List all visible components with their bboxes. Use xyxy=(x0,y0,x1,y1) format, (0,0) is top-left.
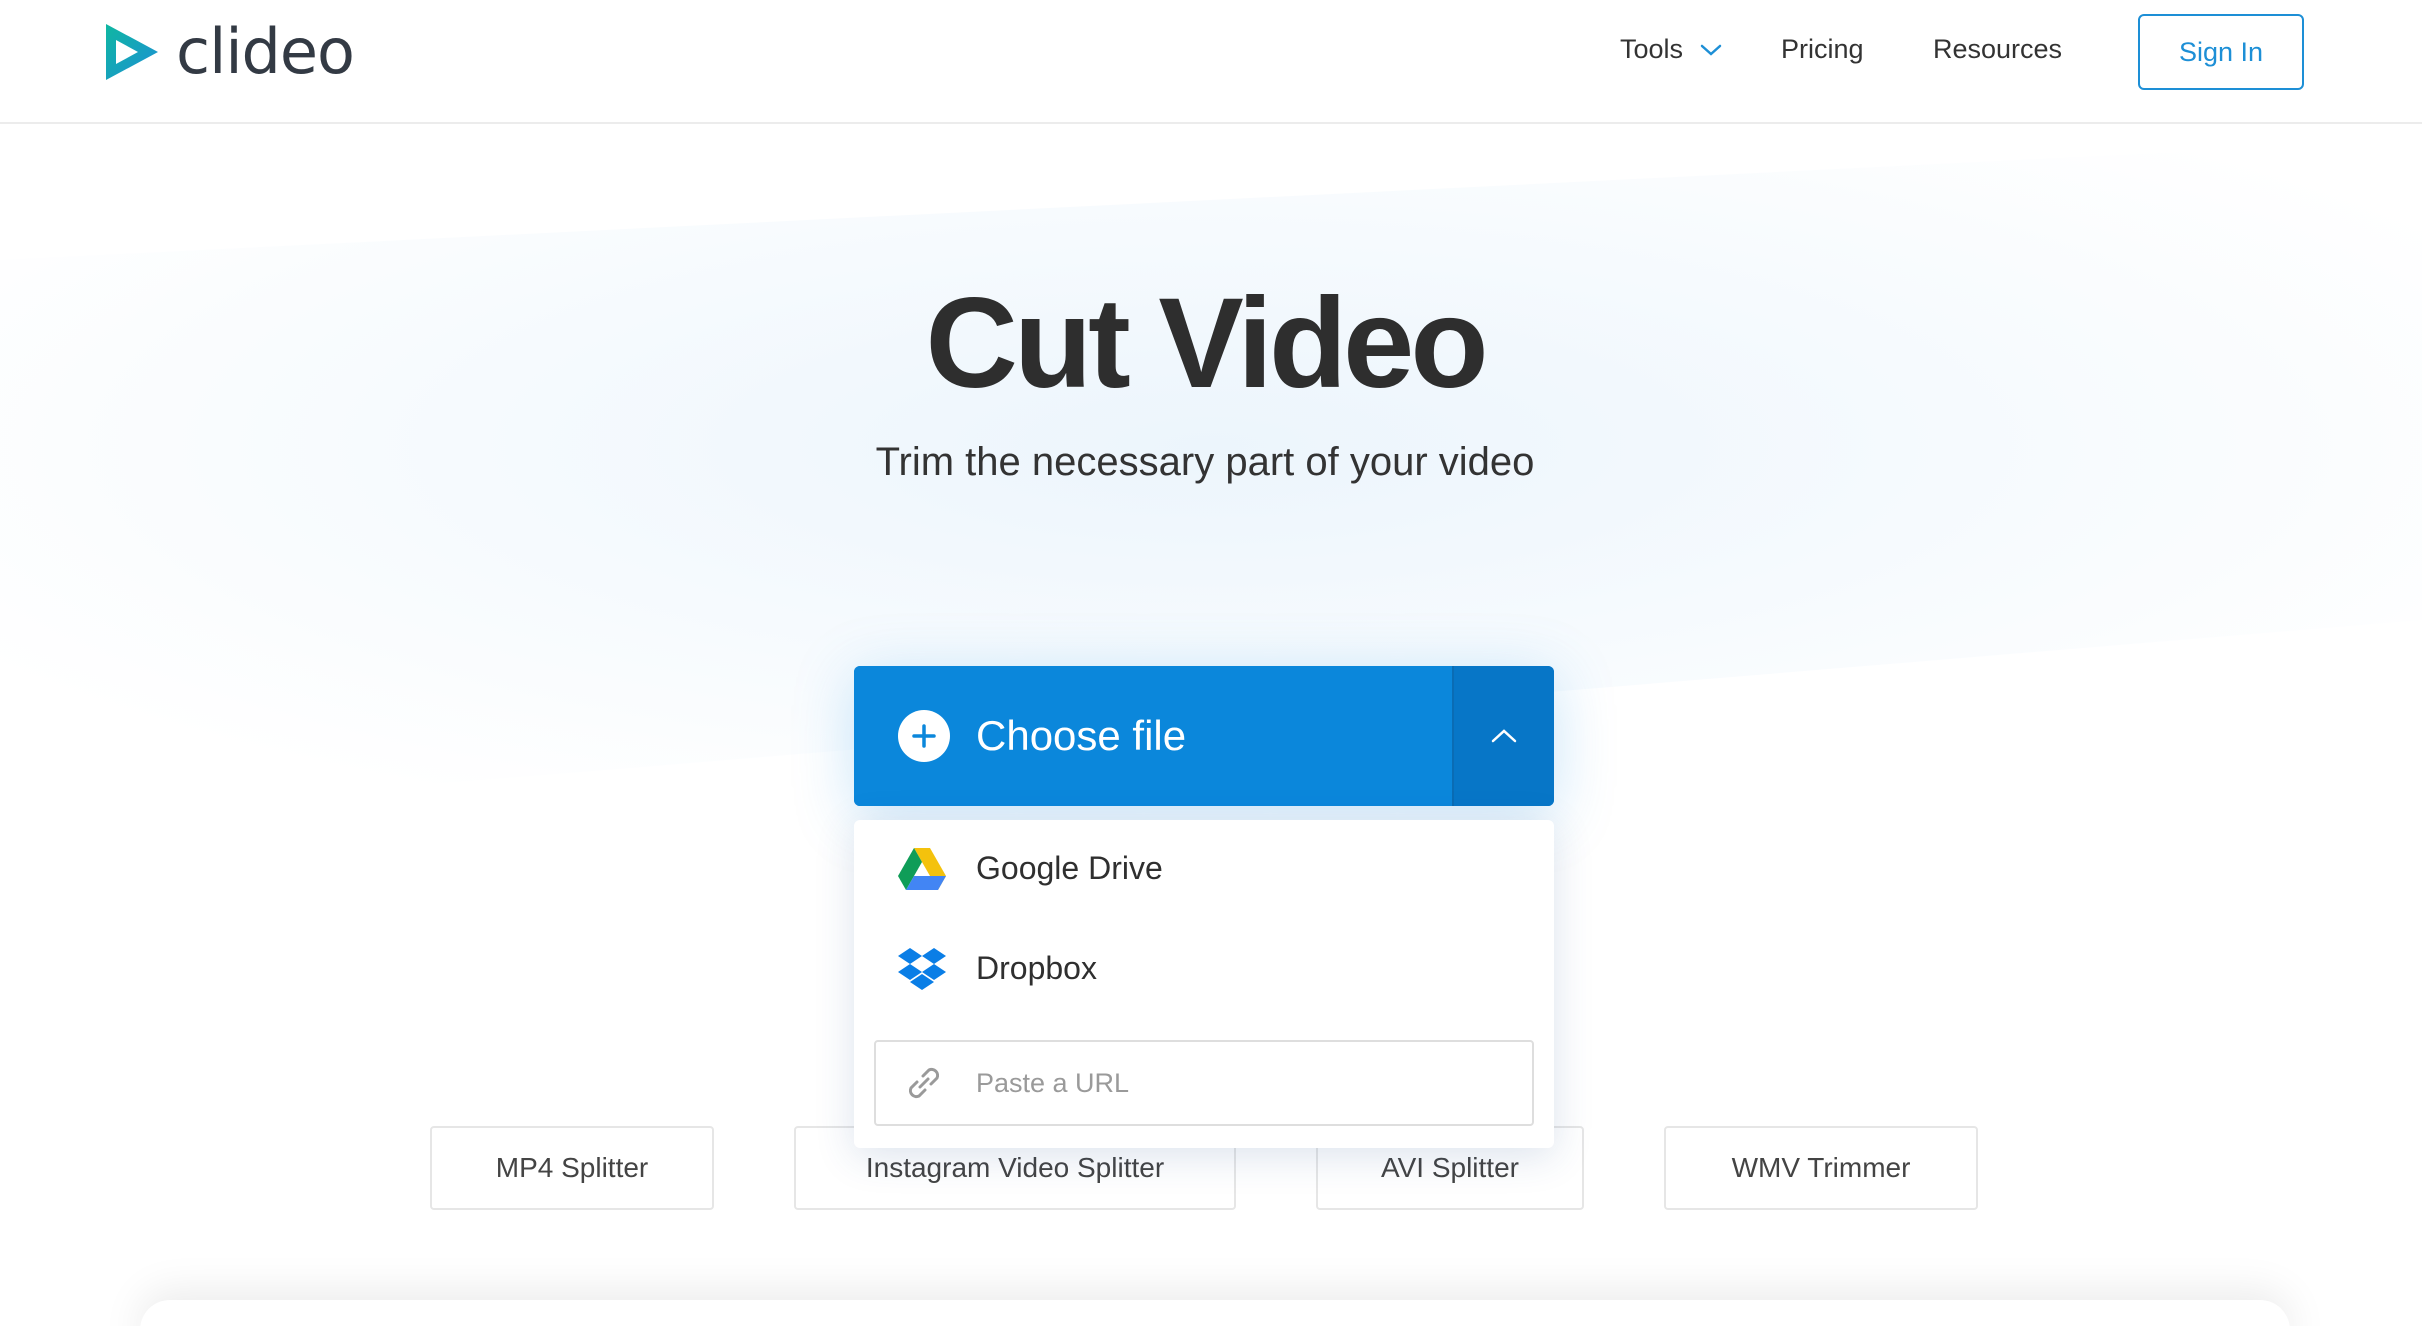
site-header: clideo Tools Pricing Resources Sign In xyxy=(0,0,2422,124)
nav-resources[interactable]: Resources xyxy=(1933,34,2062,65)
dropbox-icon xyxy=(898,948,946,990)
nav-tools[interactable]: Tools xyxy=(1620,34,1723,65)
chevron-down-icon xyxy=(1700,44,1722,56)
chevron-up-icon xyxy=(1491,729,1517,743)
clideo-logo-icon xyxy=(106,24,158,80)
choose-file-label: Choose file xyxy=(976,712,1187,759)
google-drive-label: Google Drive xyxy=(976,849,1163,886)
upload-widget: Choose file xyxy=(854,666,1554,806)
next-section-edge xyxy=(140,1300,2290,1326)
google-drive-icon xyxy=(898,848,946,890)
choose-file-control: Choose file xyxy=(854,666,1554,806)
source-google-drive[interactable]: Google Drive xyxy=(898,838,1163,898)
source-dropbox[interactable]: Dropbox xyxy=(898,938,1097,998)
plus-icon xyxy=(898,710,950,762)
nav-pricing[interactable]: Pricing xyxy=(1781,34,1864,65)
related-tool-wmv-trimmer[interactable]: WMV Trimmer xyxy=(1664,1126,1978,1210)
link-icon xyxy=(908,1067,940,1099)
source-menu-toggle[interactable] xyxy=(1452,666,1554,806)
page-title: Cut Video xyxy=(925,272,1489,415)
page: clideo Tools Pricing Resources Sign In C… xyxy=(0,0,2422,1326)
related-tool-mp4-splitter[interactable]: MP4 Splitter xyxy=(430,1126,714,1210)
brand-name: clideo xyxy=(176,15,355,88)
sign-in-button[interactable]: Sign In xyxy=(2138,14,2304,90)
logo[interactable]: clideo xyxy=(102,15,355,88)
dropbox-label: Dropbox xyxy=(976,949,1097,986)
choose-file-button[interactable]: Choose file xyxy=(854,666,1452,806)
nav-tools-label: Tools xyxy=(1620,34,1684,64)
url-field[interactable] xyxy=(874,1040,1534,1126)
url-input[interactable] xyxy=(976,1067,1496,1099)
page-subtitle: Trim the necessary part of your video xyxy=(875,440,1535,484)
